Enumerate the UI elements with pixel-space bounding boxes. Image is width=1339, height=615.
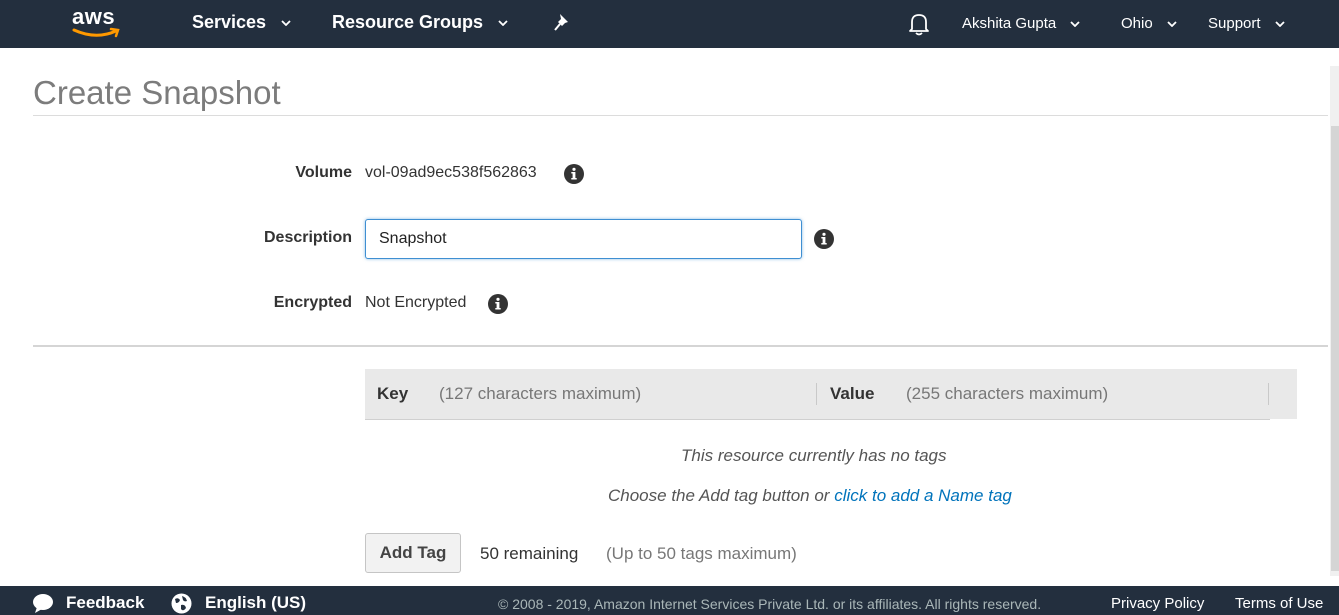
aws-smile-icon [72,27,120,38]
footer-bar: Feedback English (US) © 2008 - 2019, Ama… [0,586,1339,615]
add-tag-instructions: Choose the Add tag button or click to ad… [608,486,1012,506]
globe-icon [171,593,192,614]
account-name: Akshita Gupta [962,15,1057,32]
support-label: Support [1208,15,1261,32]
description-input[interactable] [365,219,802,259]
volume-value: vol-09ad9ec538f562863 [365,164,537,181]
language-selector[interactable]: English (US) [205,593,306,613]
bell-icon[interactable] [908,12,930,36]
region-menu[interactable]: Ohio [1121,15,1177,32]
speech-bubble-icon [33,594,53,613]
services-menu[interactable]: Services [192,12,291,33]
encrypted-value: Not Encrypted [365,294,467,311]
tags-max-hint: (Up to 50 tags maximum) [606,544,797,563]
scrollbar-thumb[interactable] [1331,126,1339,571]
column-separator [816,383,817,405]
account-menu[interactable]: Akshita Gupta [962,15,1081,32]
description-label: Description [263,229,352,246]
support-menu[interactable]: Support [1208,15,1285,32]
volume-label: Volume [295,164,352,181]
info-icon[interactable] [488,294,508,314]
choose-text: Choose the Add tag button or [608,486,835,505]
aws-logo[interactable]: aws [70,4,128,42]
key-column-hint: (127 characters maximum) [439,384,642,403]
copyright-text: © 2008 - 2019, Amazon Internet Services … [498,596,1042,612]
chevron-down-icon [1275,21,1285,28]
privacy-policy-link[interactable]: Privacy Policy [1111,595,1204,612]
key-column-header: Key [377,384,409,403]
add-tag-button[interactable]: Add Tag [365,533,461,573]
resource-groups-label: Resource Groups [332,12,484,32]
info-icon[interactable] [814,229,834,249]
tags-table-header: Key (127 characters maximum) Value (255 … [365,369,1297,419]
column-separator [1268,383,1269,405]
chevron-down-icon [1070,21,1081,28]
title-divider [33,115,1328,116]
tags-table-rule [365,419,1270,420]
add-name-tag-link[interactable]: click to add a Name tag [834,486,1012,505]
chevron-down-icon [281,20,291,27]
region-name: Ohio [1121,15,1153,32]
tags-remaining-count: 50 remaining [480,544,579,563]
chevron-down-icon [1167,21,1177,28]
encrypted-label: Encrypted [273,294,352,311]
pin-icon[interactable] [553,12,573,34]
value-column-header: Value [830,384,875,403]
services-label: Services [192,12,267,32]
top-navigation-bar: aws Services Resource Groups Akshita Gup… [0,0,1339,48]
value-column-hint: (255 characters maximum) [906,384,1109,403]
feedback-link[interactable]: Feedback [66,593,144,613]
no-tags-message: This resource currently has no tags [681,446,947,465]
chevron-down-icon [498,20,508,27]
page-title: Create Snapshot [33,74,281,111]
resource-groups-menu[interactable]: Resource Groups [332,12,508,33]
section-divider [33,345,1328,347]
terms-of-use-link[interactable]: Terms of Use [1235,595,1323,612]
info-icon[interactable] [564,164,584,184]
